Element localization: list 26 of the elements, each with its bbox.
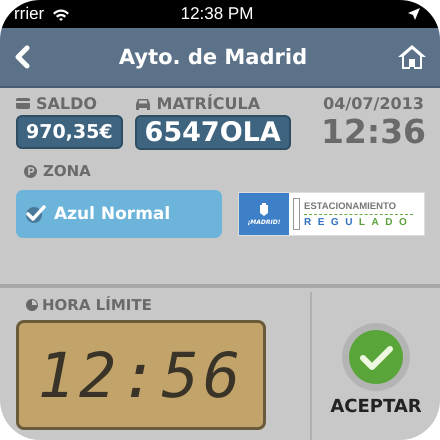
accept-button[interactable]: ACEPTAR	[330, 292, 422, 440]
carrier-name: rrier	[14, 4, 44, 24]
plate-value: 6547OLA	[134, 115, 291, 150]
home-icon[interactable]	[396, 43, 428, 71]
zone-label: ZONA	[43, 162, 91, 180]
location-icon	[408, 8, 420, 20]
crest-icon	[259, 202, 269, 216]
nav-title: Ayto. de Madrid	[118, 45, 308, 69]
balance-value: 970,35€	[16, 115, 123, 149]
logo-line: ESTACIONAMIENTO	[304, 200, 414, 214]
clock-icon	[26, 299, 38, 311]
plate-label: MATRÍCULA	[156, 94, 260, 113]
status-time: 12:38 PM	[180, 4, 254, 24]
wifi-icon	[52, 8, 70, 20]
saldo-label: SALDO	[36, 94, 97, 113]
clock-text: 12:36	[320, 115, 426, 150]
card-icon	[16, 98, 30, 109]
check-icon	[24, 204, 46, 224]
logo-bar	[293, 198, 300, 230]
car-icon	[134, 98, 151, 110]
time-limit-label: HORA LÍMITE	[42, 296, 152, 314]
check-icon	[341, 322, 411, 392]
back-icon[interactable]	[14, 45, 30, 69]
time-limit-value: 12:56	[38, 338, 244, 412]
date-text: 04/07/2013	[323, 94, 424, 113]
parking-icon	[24, 164, 37, 178]
